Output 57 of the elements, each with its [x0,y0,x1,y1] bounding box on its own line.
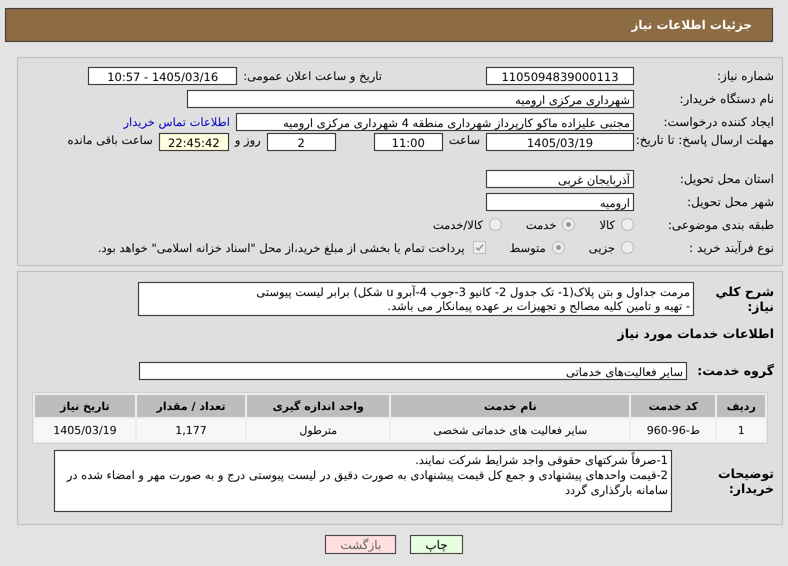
description-field: مرمت جداول و بتن پلاک(1- تک جدول 2- کانیو 3-جوب 4-آبرو u شکل) برابر لیست پیوستی - تهیه و تامین کلیه مصالح و تجهیزات بر عهده پیمانکار می باشد. [138,282,694,316]
radio-button[interactable] [552,241,565,254]
city-field: ارومیه [486,192,634,210]
radio-label: خدمت [526,218,556,232]
radio-label: متوسط [510,240,546,254]
requester-field: مجتبی علیزاده ماکو کارپرداز شهرداری منطقه 4 شهرداری مرکزی ارومیه [236,112,634,130]
back-button[interactable]: بازگشت [325,535,396,554]
field-label: طبقه بندی موضوعی: [666,218,775,232]
radio-label: کالا [599,218,615,232]
column-header: کد خدمت [631,395,716,417]
buyer-contact-link[interactable]: اطلاعات تماس خریدار [123,114,230,128]
buyer-org-field: شهرداری مرکزی ارومیه [187,90,634,108]
table-cell: 1405/03/19 [35,419,135,441]
deadline-time-field: 11:00 [374,133,443,151]
province-field: آذربایجان غربی [486,170,634,188]
field-label: شماره نیاز: [716,68,775,82]
radio-button[interactable] [488,218,502,231]
column-header: نام خدمت [391,395,630,417]
field-label: شهر محل تحویل: [686,194,775,208]
need-number-field: 1105094839000113 [486,66,634,84]
buyer-notes-field: 1-صرفاً شرکتهای حقوقی واجد شرایط شرکت نمایند. 2-قیمت واحدهای پیشنهادی و جمع کل قیمت پیشنهادی به صورت دقیق در لیست پیوستی درج و به صورت مهر و امضاء شده در سامانه بارگذاری گردد [54,450,672,512]
time-label: ساعت [448,133,480,147]
column-header: ردیف [717,395,765,417]
radio-label: جزیی [588,240,615,254]
radio-button[interactable] [621,218,634,231]
field-label: نوع فرآیند خرید : [688,240,775,254]
days-field: 2 [266,133,336,151]
print-button[interactable]: چاپ [410,535,463,554]
field-label: ایجاد کننده درخواست: [662,114,775,128]
table-cell: ط-96-960 [631,419,716,441]
field-label: توضیحات خریدار: [717,466,775,496]
checkbox[interactable] [472,241,486,254]
field-label: نام دستگاه خریدار: [678,92,775,106]
field-label: تاریخ و ساعت اعلان عمومی: [243,68,382,82]
field-label: شرح کلي نياز: [714,284,775,314]
page-title: جزئیات اطلاعات نیاز [631,18,752,32]
table-cell: مترطول [247,419,390,441]
remaining-label: ساعت باقی مانده [68,133,153,147]
column-header: تاریخ نیاز [35,395,135,417]
checkbox-label: پرداخت تمام یا بخشی از مبلغ خرید،از محل "اسناد خزانه اسلامی" خواهد بود. [98,240,465,254]
table-cell: سایر فعالیت های خدماتی شخصی [391,419,630,441]
days-label: روز و [234,133,261,147]
radio-button[interactable] [562,218,576,231]
column-header: واحد اندازه گیری [247,395,390,417]
announce-date-field: 1405/03/16 - 10:57 [88,66,238,84]
column-header: تعداد / مقدار [136,395,246,417]
table-cell: 1 [717,419,765,441]
section-heading: اطلاعات خدمات مورد نیاز [618,326,775,341]
field-label: مهلت ارسال پاسخ: تا تاریخ: [634,133,775,147]
field-label: گروه خدمت: [696,363,775,378]
table-cell: 1,177 [136,419,246,441]
field-label: استان محل تحویل: [678,172,775,186]
deadline-date-field: 1405/03/19 [486,133,634,151]
remaining-time-field: 22:45:42 [158,133,229,151]
service-group-field: سایر فعالیت‌های خدماتی [139,362,687,380]
radio-label: کالا/خدمت [432,218,483,232]
radio-button[interactable] [621,241,634,254]
